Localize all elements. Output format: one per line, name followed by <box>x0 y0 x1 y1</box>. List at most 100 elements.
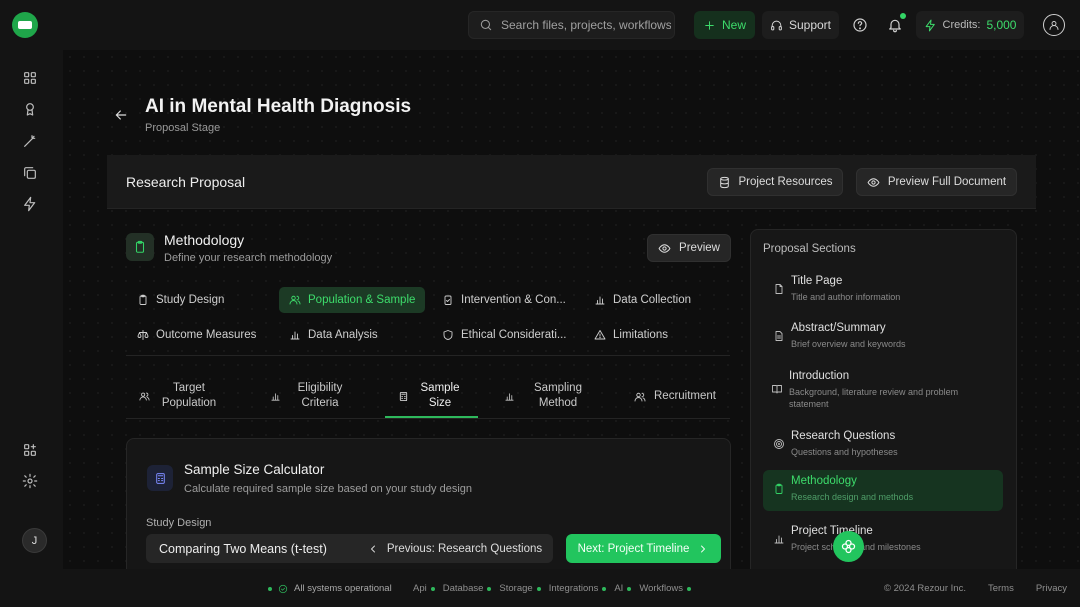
calculator-subtitle: Calculate required sample size based on … <box>184 483 472 495</box>
apps-icon[interactable] <box>22 442 38 458</box>
footer-link[interactable]: Workflows <box>639 583 691 594</box>
section-project-timeline[interactable]: Project Timeline Project schedule and mi… <box>763 520 1003 560</box>
warning-icon <box>594 330 606 340</box>
page-title: AI in Mental Health Diagnosis <box>145 96 412 117</box>
tab-intervention[interactable]: Intervention & Con... <box>432 287 576 313</box>
subtabs-divider <box>126 418 730 419</box>
section-title-page[interactable]: Title Page Title and author information <box>763 270 1003 310</box>
search-icon <box>480 19 492 31</box>
database-icon <box>719 176 729 188</box>
tab-data-analysis[interactable]: Data Analysis <box>279 322 388 348</box>
credits-value: 5,000 <box>986 18 1017 32</box>
section-research-questions[interactable]: Research Questions Questions and hypothe… <box>763 425 1003 465</box>
bar-chart-icon <box>595 296 605 305</box>
study-design-label: Study Design <box>146 517 212 529</box>
tab-ethical-considerations[interactable]: Ethical Considerati... <box>432 322 576 348</box>
notification-dot <box>900 13 906 19</box>
section-methodology[interactable]: Methodology Research design and methods <box>763 470 1003 511</box>
section-abstract[interactable]: Abstract/Summary Brief overview and keyw… <box>763 317 1003 357</box>
user-avatar[interactable] <box>1043 14 1065 36</box>
sidebar <box>0 50 63 569</box>
calculator-title: Sample Size Calculator <box>184 462 325 477</box>
system-status: All systems operational <box>268 583 392 594</box>
support-button[interactable]: Support <box>762 11 839 39</box>
book-icon <box>771 383 783 395</box>
grid-icon[interactable] <box>22 70 38 86</box>
privacy-link[interactable]: Privacy <box>1036 583 1067 594</box>
subtab-sample-size[interactable]: Sample Size <box>398 381 463 411</box>
bar-chart-icon <box>773 533 785 545</box>
bell-icon[interactable] <box>887 17 903 33</box>
copy-icon[interactable] <box>22 165 38 181</box>
award-icon[interactable] <box>22 101 38 117</box>
preview-button[interactable]: Preview <box>647 234 731 262</box>
zap-icon[interactable] <box>22 196 38 212</box>
footer-link[interactable]: Api <box>413 583 435 594</box>
footer-link[interactable]: Integrations <box>549 583 607 594</box>
status-dot <box>268 586 272 591</box>
terms-link[interactable]: Terms <box>988 583 1014 594</box>
previous-button[interactable]: Previous: Research Questions <box>356 534 553 563</box>
user-icon <box>1049 21 1059 30</box>
eye-icon <box>658 243 671 253</box>
footer-service-links: Api Database Storage Integrations AI Wor… <box>413 583 691 594</box>
users-icon <box>289 295 301 305</box>
flower-icon <box>841 539 856 554</box>
preview-full-document-button[interactable]: Preview Full Document <box>856 168 1017 196</box>
search-box[interactable] <box>468 11 675 39</box>
tab-outcome-measures[interactable]: Outcome Measures <box>127 322 266 348</box>
shield-icon <box>443 330 453 340</box>
clipboard-check-icon <box>444 295 452 305</box>
file-text-icon <box>773 330 785 342</box>
file-icon <box>773 283 785 295</box>
clipboard-icon <box>139 294 147 305</box>
clipboard-icon <box>773 483 785 495</box>
study-design-select[interactable]: Comparing Two Means (t-test) <box>146 534 356 563</box>
target-icon <box>773 438 785 450</box>
footer-link[interactable]: Storage <box>499 583 541 594</box>
headset-icon <box>771 20 782 30</box>
plus-icon <box>705 20 714 30</box>
calculator-icon <box>399 391 408 401</box>
chevron-left-icon <box>370 545 375 552</box>
methodology-subtitle: Define your research methodology <box>164 252 333 264</box>
tab-limitations[interactable]: Limitations <box>584 322 678 348</box>
footer-link[interactable]: Database <box>443 583 492 594</box>
tabs-divider <box>126 355 730 356</box>
bar-chart-icon <box>505 392 514 401</box>
footer-link[interactable]: AI <box>614 583 632 594</box>
user-initial-avatar[interactable]: J <box>22 528 47 553</box>
credits-display[interactable]: Credits: 5,000 <box>916 11 1024 39</box>
subtab-recruitment[interactable]: Recruitment <box>634 389 716 404</box>
back-arrow-icon[interactable] <box>113 107 129 123</box>
app-logo[interactable] <box>12 12 38 38</box>
footer: All systems operational Api Database Sto… <box>0 569 1080 607</box>
bar-chart-icon <box>290 331 300 340</box>
page-subtitle: Proposal Stage <box>145 122 221 134</box>
subtab-target-population[interactable]: Target Population <box>139 381 220 411</box>
new-button[interactable]: New <box>694 11 755 39</box>
scale-icon <box>137 330 149 340</box>
zap-icon <box>925 19 935 31</box>
help-icon[interactable] <box>852 17 868 33</box>
settings-icon[interactable] <box>22 473 38 489</box>
active-subtab-indicator <box>385 416 478 418</box>
wand-icon[interactable] <box>22 133 38 149</box>
subtab-sampling-method[interactable]: Sampling Method <box>504 381 593 411</box>
tab-study-design[interactable]: Study Design <box>127 287 234 313</box>
methodology-title: Methodology <box>164 232 245 248</box>
top-bar: New Support Credits: 5,000 <box>0 0 1080 50</box>
tab-data-collection[interactable]: Data Collection <box>584 287 701 313</box>
chevron-right-icon <box>701 545 706 552</box>
search-input[interactable] <box>501 18 671 32</box>
project-resources-button[interactable]: Project Resources <box>707 168 843 196</box>
users-icon <box>634 392 646 401</box>
calculator-icon <box>147 465 173 491</box>
clipboard-icon <box>126 233 154 261</box>
section-introduction[interactable]: Introduction Background, literature revi… <box>761 365 1001 409</box>
assistant-fab[interactable] <box>833 531 864 562</box>
next-button[interactable]: Next: Project Timeline <box>566 534 721 563</box>
subtab-eligibility-criteria[interactable]: Eligibility Criteria <box>270 381 351 411</box>
tab-population-sample[interactable]: Population & Sample <box>279 287 426 313</box>
check-circle-icon <box>278 584 288 593</box>
